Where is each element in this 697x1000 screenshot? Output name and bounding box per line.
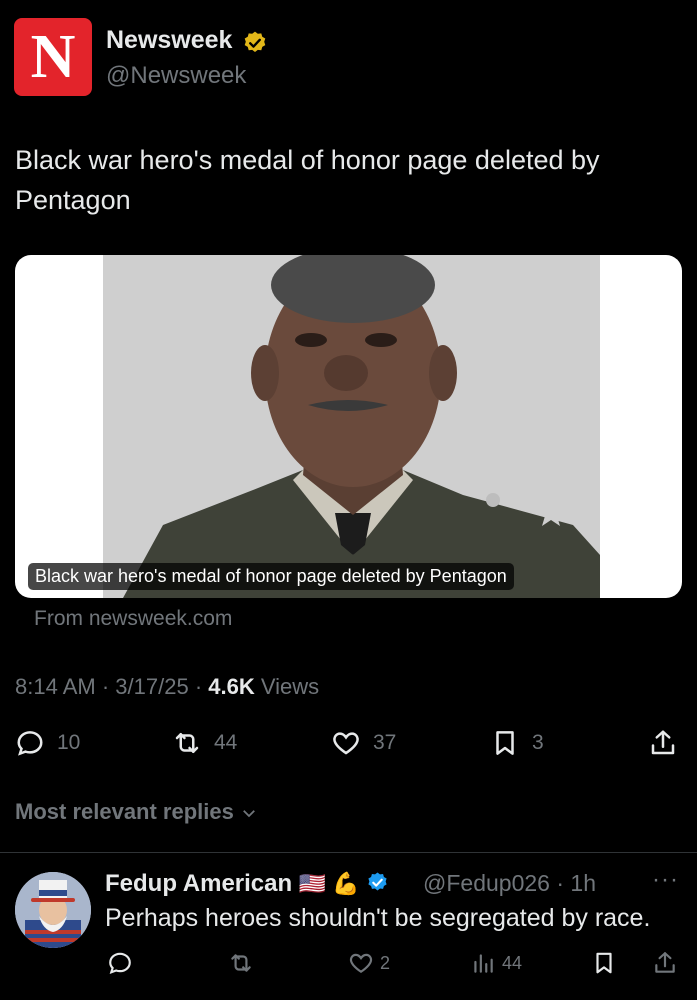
views-label: Views — [260, 674, 320, 699]
reply-avatar[interactable] — [15, 872, 91, 948]
views-count: 4.6K — [208, 674, 255, 699]
reply-like-button[interactable]: 2 — [348, 950, 390, 976]
chevron-down-icon — [243, 810, 255, 818]
link-card[interactable] — [15, 255, 682, 598]
reply-like-count: 2 — [380, 952, 391, 973]
divider — [0, 852, 697, 853]
verified-blue-badge-icon — [368, 872, 388, 891]
tweet-text: Black war hero's medal of honor page del… — [15, 145, 600, 215]
meta-sep: · — [101, 674, 110, 699]
reply-count: 10 — [57, 731, 81, 754]
heart-icon — [333, 732, 359, 755]
share-icon — [651, 730, 675, 755]
card-caption: Black war hero's medal of honor page del… — [28, 563, 514, 590]
reply-reply-button[interactable] — [107, 950, 133, 976]
uncle-sam-avatar-icon — [15, 872, 91, 948]
repost-button[interactable]: 44 — [172, 728, 237, 758]
reply-icon — [109, 952, 131, 974]
logo-letter: N — [30, 23, 76, 91]
reply-bookmark-button[interactable] — [591, 950, 617, 976]
share-icon — [655, 952, 675, 973]
views-bars-icon — [474, 954, 493, 973]
heart-icon — [349, 953, 373, 973]
reply-button[interactable]: 10 — [15, 728, 80, 758]
more-options-icon[interactable]: ··· — [652, 866, 679, 894]
reply-share-button[interactable] — [652, 950, 678, 976]
tweet-time: 8:14 AM — [15, 674, 96, 699]
repost-icon — [231, 954, 251, 972]
bookmark-count: 3 — [532, 731, 544, 754]
repost-count: 44 — [214, 731, 238, 754]
meta-sep: · — [194, 674, 203, 699]
like-button[interactable]: 37 — [331, 728, 396, 758]
reply-views-button[interactable]: 44 — [470, 950, 522, 976]
repost-icon — [175, 733, 199, 753]
reply-author-name: Fedup American — [105, 870, 293, 897]
card-source[interactable]: From newsweek.com — [34, 607, 232, 631]
reply-sep: · — [556, 870, 565, 896]
bookmark-button[interactable]: 3 — [490, 728, 544, 758]
reply-author[interactable]: Fedup American 🇺🇸 💪 — [105, 870, 389, 898]
reply-author-emojis: 🇺🇸 💪 — [298, 871, 360, 896]
tweet-meta: 8:14 AM · 3/17/25 · 4.6K Views — [15, 674, 319, 700]
reply-icon — [17, 731, 43, 756]
verified-gold-badge-icon — [244, 31, 266, 52]
bookmark-icon — [596, 952, 612, 974]
sort-replies-label: Most relevant replies — [15, 799, 234, 824]
tweet-date: 3/17/25 — [115, 674, 189, 699]
reply-text: Perhaps heroes shouldn't be segregated b… — [105, 904, 651, 932]
portrait-illustration — [103, 255, 600, 598]
reply-views-count: 44 — [502, 952, 523, 973]
card-photo — [103, 255, 600, 598]
bookmark-icon — [496, 731, 514, 755]
newsweek-avatar[interactable]: N — [14, 18, 92, 96]
reply-time: 1h — [570, 870, 596, 896]
sort-replies-dropdown[interactable]: Most relevant replies — [15, 799, 258, 825]
author-name[interactable]: Newsweek — [106, 26, 232, 55]
author-handle[interactable]: @Newsweek — [106, 62, 246, 90]
reply-repost-button[interactable] — [228, 950, 254, 976]
reply-handle-time[interactable]: @Fedup026 · 1h — [423, 870, 596, 897]
reply-handle: @Fedup026 — [423, 870, 550, 896]
like-count: 37 — [373, 731, 397, 754]
share-button[interactable] — [648, 728, 678, 758]
